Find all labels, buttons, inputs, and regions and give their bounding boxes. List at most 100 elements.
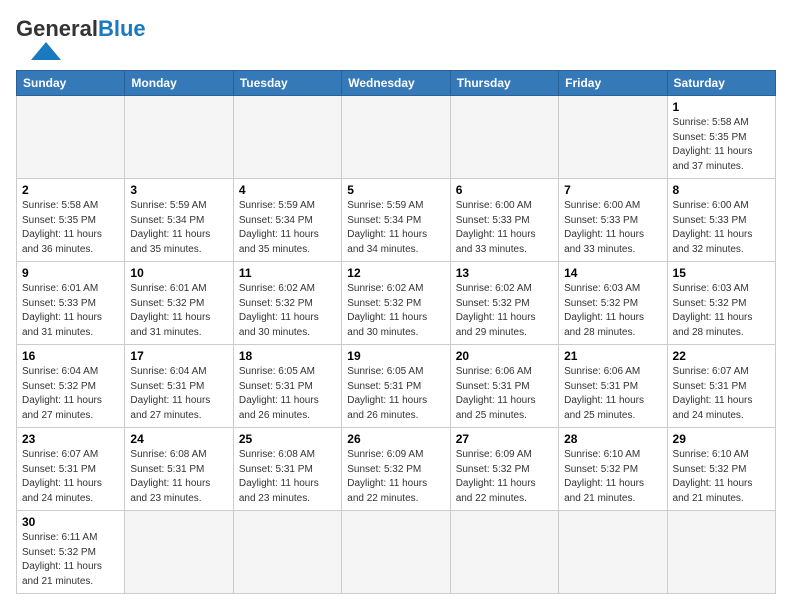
calendar-cell: 27 Sunrise: 6:09 AM Sunset: 5:32 PM Dayli… xyxy=(450,428,558,511)
day-info: Sunrise: 6:08 AM Sunset: 5:31 PM Dayligh… xyxy=(239,448,336,506)
calendar-cell: 11Sunrise: 6:02 AM Sunset: 5:32 PM Dayli… xyxy=(233,262,341,345)
day-info: Sunrise: 6:06 AM Sunset: 5:31 PM Dayligh… xyxy=(456,365,553,423)
page-header: General Blue xyxy=(16,16,776,62)
calendar-cell xyxy=(559,511,667,594)
day-info: Sunrise: 6:05 AM Sunset: 5:31 PM Dayligh… xyxy=(239,365,336,423)
calendar-cell: 25 Sunrise: 6:08 AM Sunset: 5:31 PM Dayli… xyxy=(233,428,341,511)
day-number: 21 xyxy=(564,349,661,363)
calendar-cell: 15Sunrise: 6:03 AM Sunset: 5:32 PM Dayli… xyxy=(667,262,775,345)
day-info: Sunrise: 6:00 AM Sunset: 5:33 PM Dayligh… xyxy=(456,199,553,257)
calendar-cell xyxy=(450,511,558,594)
day-info: Sunrise: 6:07 AM Sunset: 5:31 PM Dayligh… xyxy=(22,448,119,506)
calendar-cell: 5Sunrise: 5:59 AM Sunset: 5:34 PM Daylig… xyxy=(342,179,450,262)
day-number: 23 xyxy=(22,432,119,446)
day-info: Sunrise: 6:05 AM Sunset: 5:31 PM Dayligh… xyxy=(347,365,444,423)
calendar-week-row: 9 Sunrise: 6:01 AM Sunset: 5:33 PM Daylig… xyxy=(17,262,776,345)
weekday-tuesday: Tuesday xyxy=(233,71,341,96)
day-number: 8 xyxy=(673,183,770,197)
weekday-saturday: Saturday xyxy=(667,71,775,96)
day-number: 9 xyxy=(22,266,119,280)
weekday-thursday: Thursday xyxy=(450,71,558,96)
calendar-cell: 17 Sunrise: 6:04 AM Sunset: 5:31 PM Dayli… xyxy=(125,345,233,428)
calendar-cell xyxy=(233,96,341,179)
day-info: Sunrise: 6:02 AM Sunset: 5:32 PM Dayligh… xyxy=(347,282,444,340)
weekday-friday: Friday xyxy=(559,71,667,96)
calendar-cell xyxy=(17,96,125,179)
day-info: Sunrise: 6:03 AM Sunset: 5:32 PM Dayligh… xyxy=(564,282,661,340)
day-number: 25 xyxy=(239,432,336,446)
calendar-week-row: 1 Sunrise: 5:58 AM Sunset: 5:35 PM Daylig… xyxy=(17,96,776,179)
calendar-cell: 22Sunrise: 6:07 AM Sunset: 5:31 PM Dayli… xyxy=(667,345,775,428)
day-number: 4 xyxy=(239,183,336,197)
calendar-cell xyxy=(667,511,775,594)
calendar-cell xyxy=(450,96,558,179)
day-info: Sunrise: 6:02 AM Sunset: 5:32 PM Dayligh… xyxy=(239,282,336,340)
day-info: Sunrise: 6:00 AM Sunset: 5:33 PM Dayligh… xyxy=(564,199,661,257)
day-number: 20 xyxy=(456,349,553,363)
weekday-header-row: SundayMondayTuesdayWednesdayThursdayFrid… xyxy=(17,71,776,96)
calendar-cell: 24Sunrise: 6:08 AM Sunset: 5:31 PM Dayli… xyxy=(125,428,233,511)
day-number: 2 xyxy=(22,183,119,197)
calendar-cell: 9 Sunrise: 6:01 AM Sunset: 5:33 PM Daylig… xyxy=(17,262,125,345)
day-number: 12 xyxy=(347,266,444,280)
day-info: Sunrise: 6:04 AM Sunset: 5:31 PM Dayligh… xyxy=(130,365,227,423)
calendar-cell: 19Sunrise: 6:05 AM Sunset: 5:31 PM Dayli… xyxy=(342,345,450,428)
calendar-cell: 28Sunrise: 6:10 AM Sunset: 5:32 PM Dayli… xyxy=(559,428,667,511)
calendar-week-row: 30Sunrise: 6:11 AM Sunset: 5:32 PM Dayli… xyxy=(17,511,776,594)
calendar-cell xyxy=(125,96,233,179)
day-info: Sunrise: 6:09 AM Sunset: 5:32 PM Dayligh… xyxy=(456,448,553,506)
calendar-cell: 1 Sunrise: 5:58 AM Sunset: 5:35 PM Daylig… xyxy=(667,96,775,179)
day-number: 13 xyxy=(456,266,553,280)
calendar-cell: 4 Sunrise: 5:59 AM Sunset: 5:34 PM Daylig… xyxy=(233,179,341,262)
day-info: Sunrise: 5:59 AM Sunset: 5:34 PM Dayligh… xyxy=(130,199,227,257)
logo-text: General xyxy=(16,16,98,42)
day-number: 18 xyxy=(239,349,336,363)
calendar-cell: 8 Sunrise: 6:00 AM Sunset: 5:33 PM Daylig… xyxy=(667,179,775,262)
day-info: Sunrise: 5:59 AM Sunset: 5:34 PM Dayligh… xyxy=(347,199,444,257)
calendar-cell xyxy=(125,511,233,594)
logo-icon xyxy=(16,42,76,62)
day-number: 6 xyxy=(456,183,553,197)
day-number: 28 xyxy=(564,432,661,446)
day-number: 3 xyxy=(130,183,227,197)
day-number: 15 xyxy=(673,266,770,280)
day-number: 26 xyxy=(347,432,444,446)
day-info: Sunrise: 6:01 AM Sunset: 5:33 PM Dayligh… xyxy=(22,282,119,340)
day-number: 27 xyxy=(456,432,553,446)
calendar-cell xyxy=(233,511,341,594)
calendar-cell: 14 Sunrise: 6:03 AM Sunset: 5:32 PM Dayli… xyxy=(559,262,667,345)
day-info: Sunrise: 5:58 AM Sunset: 5:35 PM Dayligh… xyxy=(673,116,770,174)
weekday-sunday: Sunday xyxy=(17,71,125,96)
day-number: 24 xyxy=(130,432,227,446)
calendar-body: 1 Sunrise: 5:58 AM Sunset: 5:35 PM Daylig… xyxy=(17,96,776,594)
calendar-cell: 13 Sunrise: 6:02 AM Sunset: 5:32 PM Dayli… xyxy=(450,262,558,345)
day-info: Sunrise: 6:02 AM Sunset: 5:32 PM Dayligh… xyxy=(456,282,553,340)
calendar-cell xyxy=(559,96,667,179)
calendar-week-row: 16Sunrise: 6:04 AM Sunset: 5:32 PM Dayli… xyxy=(17,345,776,428)
calendar-week-row: 2 Sunrise: 5:58 AM Sunset: 5:35 PM Daylig… xyxy=(17,179,776,262)
day-info: Sunrise: 5:59 AM Sunset: 5:34 PM Dayligh… xyxy=(239,199,336,257)
day-number: 14 xyxy=(564,266,661,280)
calendar-cell xyxy=(342,511,450,594)
day-info: Sunrise: 6:01 AM Sunset: 5:32 PM Dayligh… xyxy=(130,282,227,340)
weekday-wednesday: Wednesday xyxy=(342,71,450,96)
day-number: 17 xyxy=(130,349,227,363)
calendar-cell: 16Sunrise: 6:04 AM Sunset: 5:32 PM Dayli… xyxy=(17,345,125,428)
calendar-cell: 6 Sunrise: 6:00 AM Sunset: 5:33 PM Daylig… xyxy=(450,179,558,262)
calendar-cell xyxy=(342,96,450,179)
calendar-cell: 26Sunrise: 6:09 AM Sunset: 5:32 PM Dayli… xyxy=(342,428,450,511)
calendar-week-row: 23 Sunrise: 6:07 AM Sunset: 5:31 PM Dayli… xyxy=(17,428,776,511)
day-info: Sunrise: 5:58 AM Sunset: 5:35 PM Dayligh… xyxy=(22,199,119,257)
weekday-monday: Monday xyxy=(125,71,233,96)
day-info: Sunrise: 6:04 AM Sunset: 5:32 PM Dayligh… xyxy=(22,365,119,423)
calendar-cell: 12 Sunrise: 6:02 AM Sunset: 5:32 PM Dayli… xyxy=(342,262,450,345)
calendar-cell: 3 Sunrise: 5:59 AM Sunset: 5:34 PM Daylig… xyxy=(125,179,233,262)
day-number: 10 xyxy=(130,266,227,280)
day-info: Sunrise: 6:00 AM Sunset: 5:33 PM Dayligh… xyxy=(673,199,770,257)
calendar-cell: 7Sunrise: 6:00 AM Sunset: 5:33 PM Daylig… xyxy=(559,179,667,262)
calendar-table: SundayMondayTuesdayWednesdayThursdayFrid… xyxy=(16,70,776,594)
logo-blue-text: Blue xyxy=(98,16,146,42)
day-number: 1 xyxy=(673,100,770,114)
day-info: Sunrise: 6:10 AM Sunset: 5:32 PM Dayligh… xyxy=(673,448,770,506)
day-info: Sunrise: 6:07 AM Sunset: 5:31 PM Dayligh… xyxy=(673,365,770,423)
